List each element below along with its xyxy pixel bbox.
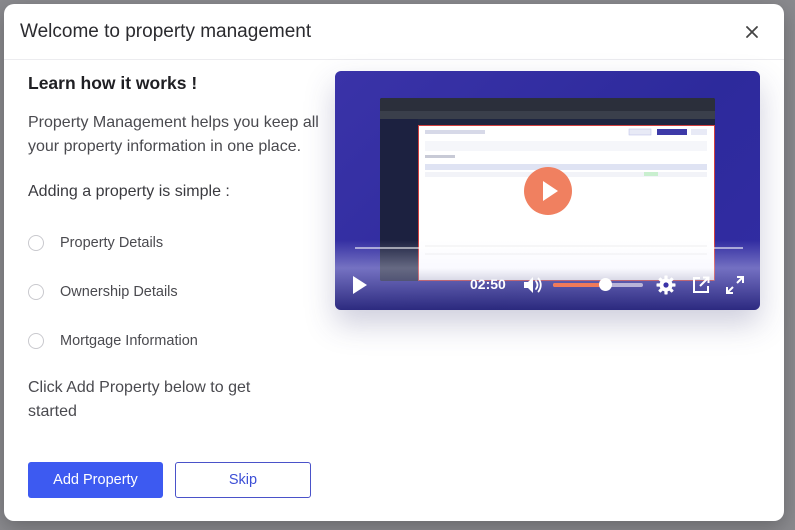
step-label: Property Details — [60, 234, 164, 251]
thumb-url-bar — [380, 111, 715, 119]
welcome-modal: Welcome to property management Learn how… — [4, 4, 784, 521]
video-time: 02:50 — [470, 276, 506, 292]
thumb-browser-bar — [380, 98, 715, 111]
steps-list: Property Details Ownership Details Mortg… — [28, 218, 328, 365]
step-label: Ownership Details — [60, 283, 178, 300]
cta-text: Click Add Property below to get started — [28, 379, 251, 420]
step-mortgage-information: Mortgage Information — [28, 316, 328, 365]
step-property-details: Property Details — [28, 218, 328, 267]
intro-heading: Learn how it works ! — [28, 73, 198, 93]
modal-title: Welcome to property management — [20, 21, 312, 42]
step-label: Mortgage Information — [60, 332, 198, 349]
skip-button[interactable]: Skip — [175, 462, 311, 498]
action-buttons: Add Property Skip — [28, 462, 311, 498]
video-progress-bar[interactable] — [355, 247, 743, 249]
close-icon[interactable] — [742, 22, 762, 42]
play-icon — [543, 181, 558, 201]
steps-heading: Adding a property is simple : — [28, 183, 230, 200]
external-link-icon[interactable] — [691, 275, 711, 295]
step-radio — [28, 332, 44, 349]
intro-description: Property Management helps you keep all y… — [28, 114, 319, 155]
volume-slider-fill — [553, 283, 606, 287]
add-property-button[interactable]: Add Property — [28, 462, 163, 498]
tutorial-video[interactable]: 02:50 — [335, 71, 760, 310]
gear-icon[interactable] — [656, 275, 676, 295]
intro-column: Learn how it works ! Property Management… — [28, 70, 328, 424]
modal-header: Welcome to property management — [4, 4, 784, 60]
step-radio — [28, 234, 44, 251]
play-icon[interactable] — [351, 275, 369, 295]
play-overlay-button[interactable] — [524, 167, 572, 215]
volume-icon[interactable] — [522, 275, 544, 295]
step-ownership-details: Ownership Details — [28, 267, 328, 316]
volume-slider[interactable] — [553, 278, 643, 291]
step-radio — [28, 283, 44, 300]
fullscreen-icon[interactable] — [725, 275, 745, 295]
volume-slider-handle[interactable] — [598, 278, 612, 291]
